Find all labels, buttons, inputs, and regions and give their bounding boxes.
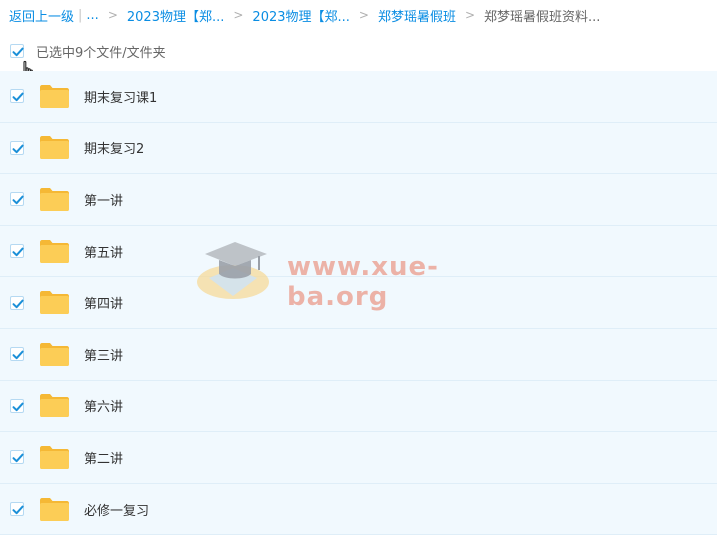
back-link[interactable]: 返回上一级 [9, 6, 74, 25]
file-name[interactable]: 第二讲 [84, 448, 123, 467]
breadcrumb-separator: > [358, 8, 369, 22]
file-name[interactable]: 第一讲 [84, 190, 123, 209]
file-name[interactable]: 期末复习课1 [84, 87, 157, 106]
file-name[interactable]: 期末复习2 [84, 138, 144, 157]
file-checkbox[interactable] [10, 192, 24, 207]
folder-icon [40, 394, 69, 418]
file-checkbox[interactable] [10, 89, 24, 104]
file-row[interactable]: 第四讲 [0, 277, 717, 329]
folder-icon [40, 239, 69, 263]
file-row[interactable]: 期末复习2 [0, 122, 717, 175]
folder-icon [40, 445, 69, 469]
breadcrumb-item[interactable]: 郑梦瑶暑假班 [378, 6, 456, 25]
file-name[interactable]: 第五讲 [84, 242, 123, 261]
checkmark-icon [12, 144, 24, 154]
folder-icon [40, 136, 69, 160]
file-row[interactable]: 必修一复习 [0, 483, 717, 536]
checkmark-icon [12, 505, 24, 515]
file-checkbox[interactable] [10, 347, 24, 362]
breadcrumb-separator: > [233, 8, 244, 22]
file-checkbox[interactable] [10, 450, 24, 465]
breadcrumb-item[interactable]: 2023物理【郑... [127, 6, 224, 25]
file-row[interactable]: 期末复习课1 [0, 71, 717, 123]
folder-icon [40, 291, 69, 315]
breadcrumb-separator: > [107, 8, 118, 22]
checkmark-icon [12, 402, 24, 412]
file-checkbox[interactable] [10, 244, 24, 259]
file-checkbox[interactable] [10, 398, 24, 413]
breadcrumb-divider: | [78, 7, 83, 23]
breadcrumb-item[interactable]: 2023物理【郑... [252, 6, 349, 25]
file-row[interactable]: 第六讲 [0, 380, 717, 433]
file-name[interactable]: 第六讲 [84, 396, 123, 415]
file-row[interactable]: 第二讲 [0, 432, 717, 484]
breadcrumb-current: 郑梦瑶暑假班资料... [484, 9, 601, 25]
checkmark-icon [12, 247, 24, 257]
checkmark-icon [12, 454, 24, 463]
folder-icon [40, 497, 69, 521]
folder-icon [40, 187, 69, 211]
folder-icon [40, 342, 69, 366]
file-checkbox[interactable] [10, 295, 24, 310]
file-checkbox[interactable] [10, 140, 24, 155]
checkmark-icon [12, 47, 24, 57]
file-name[interactable]: 第三讲 [84, 345, 123, 364]
file-checkbox[interactable] [10, 502, 24, 517]
file-row[interactable]: 第三讲 [0, 328, 717, 381]
breadcrumb-separator: > [464, 8, 476, 22]
checkmark-icon [12, 92, 24, 102]
file-name[interactable]: 必修一复习 [84, 500, 149, 519]
folder-icon [40, 84, 69, 108]
file-name[interactable]: 第四讲 [84, 293, 123, 312]
checkmark-icon [12, 350, 24, 360]
selection-bar: 已选中9个文件/文件夹 [0, 32, 717, 70]
checkmark-icon [12, 196, 24, 205]
selection-count-label: 已选中9个文件/文件夹 [36, 45, 166, 61]
file-row[interactable]: 第一讲 [0, 174, 717, 226]
select-all-checkbox[interactable] [10, 44, 24, 58]
file-row[interactable]: 第五讲 [0, 225, 717, 278]
breadcrumb: 返回上一级 | ... > 2023物理【郑... > 2023物理【郑... … [0, 0, 717, 30]
checkmark-icon [12, 299, 24, 308]
breadcrumb-ellipsis[interactable]: ... [86, 8, 98, 23]
file-list: 期末复习课1 期末复习2 第一讲第五讲第四讲第三讲第六讲第二讲必修一复习 [0, 71, 717, 536]
